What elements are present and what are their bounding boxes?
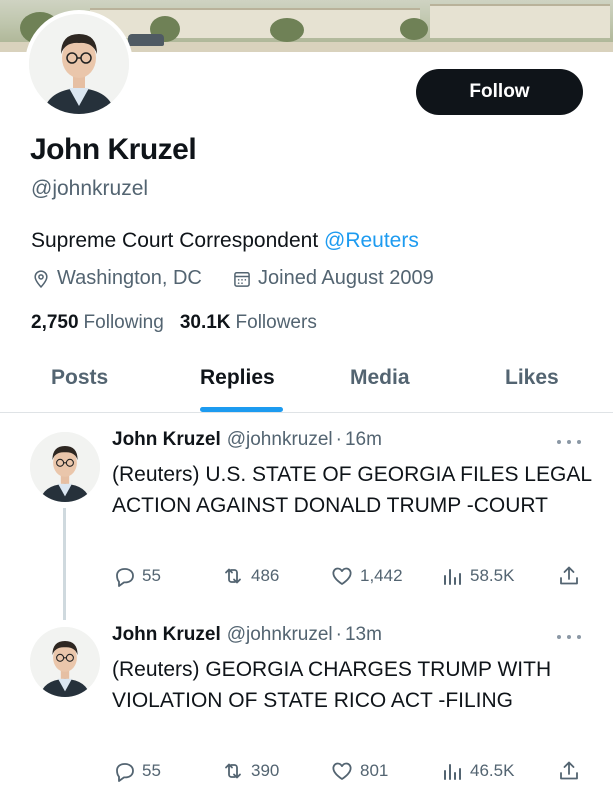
- bio-mention-link[interactable]: @Reuters: [324, 229, 419, 252]
- location-text: Washington, DC: [57, 267, 202, 289]
- repost-count: 390: [251, 761, 280, 780]
- post-header: John Kruzel @johnkruzel · 16m: [112, 429, 382, 451]
- tab-posts[interactable]: Posts: [51, 366, 108, 390]
- reply-count: 55: [142, 566, 161, 585]
- post-separator: ·: [335, 429, 342, 450]
- repost-count: 486: [251, 566, 280, 585]
- views-count: 46.5K: [470, 761, 515, 780]
- joined-text: Joined August 2009: [258, 267, 434, 289]
- share-icon: [557, 564, 581, 588]
- views-icon: [440, 564, 470, 588]
- post-timestamp[interactable]: 16m: [345, 429, 382, 451]
- profile-joined: Joined August 2009: [232, 267, 434, 290]
- like-icon: [330, 564, 360, 588]
- tab-media[interactable]: Media: [350, 366, 410, 390]
- following-link[interactable]: 2,750 Following: [31, 312, 164, 334]
- share-icon: [557, 759, 581, 783]
- like-count: 801: [360, 761, 389, 780]
- profile-avatar[interactable]: [25, 10, 133, 118]
- tab-likes[interactable]: Likes: [505, 366, 559, 390]
- reply-count: 55: [142, 761, 161, 780]
- post-header: John Kruzel @johnkruzel · 13m: [112, 624, 382, 646]
- more-icon[interactable]: [557, 632, 581, 642]
- repost-icon: [221, 564, 251, 588]
- repost-button[interactable]: 390: [221, 759, 279, 783]
- post-avatar[interactable]: [30, 432, 100, 502]
- post-author-name[interactable]: John Kruzel: [112, 624, 221, 646]
- like-count: 1,442: [360, 566, 403, 585]
- profile-bio: Supreme Court Correspondent @Reuters: [31, 229, 419, 253]
- tab-replies[interactable]: Replies: [200, 366, 275, 390]
- views-icon: [440, 759, 470, 783]
- post-separator: ·: [335, 624, 342, 645]
- views-count: 58.5K: [470, 566, 515, 585]
- reply-icon: [112, 564, 142, 588]
- bio-text: Supreme Court Correspondent: [31, 229, 319, 252]
- reply-button[interactable]: 55: [112, 759, 161, 783]
- post-timestamp[interactable]: 13m: [345, 624, 382, 646]
- following-label: Following: [83, 312, 164, 333]
- reply-icon: [112, 759, 142, 783]
- reply-button[interactable]: 55: [112, 564, 161, 588]
- more-icon[interactable]: [557, 437, 581, 447]
- share-button[interactable]: [557, 759, 581, 783]
- post-text: (Reuters) GEORGIA CHARGES TRUMP WITH VIO…: [112, 658, 552, 712]
- profile-location: Washington, DC: [31, 267, 202, 290]
- profile-stats: 2,750 Following 30.1K Followers: [31, 312, 333, 334]
- post-author-handle[interactable]: @johnkruzel: [227, 624, 333, 646]
- views-button[interactable]: 46.5K: [440, 759, 514, 783]
- profile-name: John Kruzel: [30, 133, 197, 166]
- repost-button[interactable]: 486: [221, 564, 279, 588]
- location-pin-icon: [31, 269, 57, 289]
- like-icon: [330, 759, 360, 783]
- like-button[interactable]: 1,442: [330, 564, 403, 588]
- followers-label: Followers: [235, 312, 317, 333]
- repost-icon: [221, 759, 251, 783]
- post-author-name[interactable]: John Kruzel: [112, 429, 221, 451]
- follow-button[interactable]: Follow: [416, 69, 583, 115]
- views-button[interactable]: 58.5K: [440, 564, 514, 588]
- followers-link[interactable]: 30.1K Followers: [180, 312, 317, 334]
- post-text: (Reuters) U.S. STATE OF GEORGIA FILES LE…: [112, 463, 592, 517]
- calendar-icon: [232, 269, 258, 289]
- followers-count: 30.1K: [179, 312, 231, 333]
- thread-connector-line: [63, 508, 66, 620]
- following-count: 2,750: [31, 312, 79, 333]
- like-button[interactable]: 801: [330, 759, 388, 783]
- share-button[interactable]: [557, 564, 581, 588]
- profile-handle: @johnkruzel: [31, 177, 149, 200]
- tabs-divider: [0, 412, 613, 413]
- post-avatar[interactable]: [30, 627, 100, 697]
- post-author-handle[interactable]: @johnkruzel: [227, 429, 333, 451]
